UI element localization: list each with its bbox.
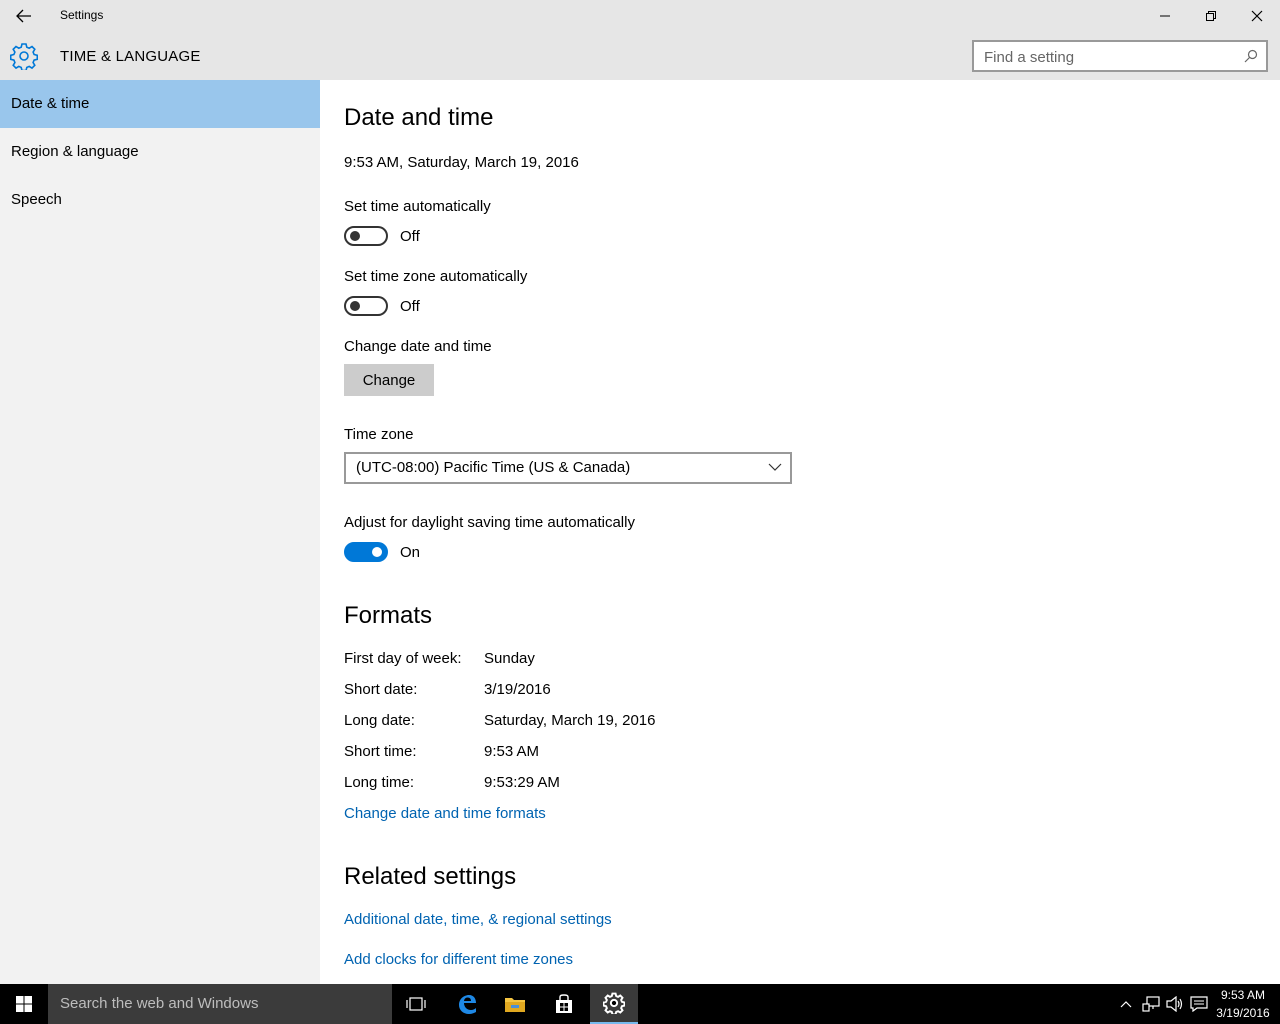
toggle-knob	[372, 547, 382, 557]
volume-button[interactable]	[1165, 994, 1185, 1014]
set-timezone-auto-label: Set time zone automatically	[344, 268, 528, 285]
format-value-short-time: 9:53 AM	[484, 743, 540, 760]
section-heading-related: Related settings	[344, 863, 517, 890]
dst-label: Adjust for daylight saving time automati…	[344, 514, 635, 531]
format-label-short-date: Short date:	[344, 681, 418, 698]
sidebar-item-speech[interactable]: Speech	[0, 176, 320, 224]
network-icon	[1142, 996, 1160, 1012]
task-view-icon	[406, 997, 426, 1011]
restore-icon	[1206, 11, 1216, 21]
format-label-short-time: Short time:	[344, 743, 417, 760]
change-button[interactable]: Change	[344, 364, 434, 396]
windows-logo-icon	[16, 996, 32, 1012]
timezone-dropdown[interactable]: (UTC-08:00) Pacific Time (US & Canada)	[344, 452, 792, 484]
gear-icon	[10, 43, 38, 70]
timezone-selected-value: (UTC-08:00) Pacific Time (US & Canada)	[356, 459, 631, 476]
network-button[interactable]	[1141, 994, 1161, 1014]
sidebar-item-region-language[interactable]: Region & language	[0, 128, 320, 176]
search-icon	[1244, 49, 1258, 63]
start-button[interactable]	[0, 984, 48, 1024]
toggle-knob	[350, 301, 360, 311]
current-datetime: 9:53 AM, Saturday, March 19, 2016	[344, 154, 579, 171]
edge-button[interactable]	[443, 984, 491, 1024]
volume-icon	[1166, 996, 1183, 1012]
set-time-auto-state: Off	[400, 228, 420, 245]
set-timezone-auto-state: Off	[400, 298, 420, 315]
minimize-button[interactable]	[1142, 0, 1188, 32]
timezone-label: Time zone	[344, 426, 414, 443]
store-icon	[556, 994, 572, 1013]
show-hidden-icons-button[interactable]	[1116, 994, 1136, 1014]
dst-state: On	[400, 544, 421, 561]
page-title: TIME & LANGUAGE	[60, 48, 201, 65]
restore-button[interactable]	[1188, 0, 1234, 32]
format-value-first-day: Sunday	[484, 650, 535, 667]
chevron-up-icon	[1120, 1001, 1132, 1008]
window-title: Settings	[60, 8, 104, 22]
search-input[interactable]	[984, 47, 1234, 67]
change-formats-link[interactable]: Change date and time formats	[344, 805, 546, 822]
format-label-first-day: First day of week:	[344, 650, 462, 667]
format-value-short-date: 3/19/2016	[484, 681, 551, 698]
format-value-long-date: Saturday, March 19, 2016	[484, 712, 656, 729]
store-button[interactable]	[540, 984, 588, 1024]
file-explorer-button[interactable]	[491, 984, 539, 1024]
section-heading-formats: Formats	[344, 602, 433, 629]
edge-icon	[459, 995, 476, 1014]
main-content: Date and time 9:53 AM, Saturday, March 1…	[320, 80, 1280, 984]
back-button[interactable]	[0, 0, 48, 32]
taskbar: Search the web and Windows 9:53 AM 3/19/…	[0, 984, 1280, 1024]
notifications-icon	[1190, 996, 1208, 1012]
toggle-knob	[350, 231, 360, 241]
dst-toggle[interactable]	[344, 542, 388, 562]
settings-taskbar-button[interactable]	[590, 984, 638, 1024]
section-heading-date-time: Date and time	[344, 104, 494, 131]
settings-header: TIME & LANGUAGE	[0, 32, 1280, 80]
sidebar: Date & time Region & language Speech	[0, 80, 320, 984]
set-timezone-auto-toggle[interactable]	[344, 296, 388, 316]
change-datetime-label: Change date and time	[344, 338, 492, 355]
find-setting-search[interactable]	[972, 40, 1268, 72]
settings-icon	[603, 992, 625, 1014]
back-arrow-icon	[16, 9, 31, 23]
close-icon	[1251, 10, 1263, 22]
action-center-button[interactable]	[1189, 994, 1209, 1014]
add-clocks-link[interactable]: Add clocks for different time zones	[344, 951, 573, 968]
additional-regional-settings-link[interactable]: Additional date, time, & regional settin…	[344, 911, 612, 928]
set-time-auto-label: Set time automatically	[344, 198, 491, 215]
taskbar-search-box[interactable]: Search the web and Windows	[48, 984, 392, 1024]
minimize-icon	[1160, 15, 1170, 17]
sidebar-item-date-time[interactable]: Date & time	[0, 80, 320, 128]
task-view-button[interactable]	[392, 984, 440, 1024]
format-label-long-date: Long date:	[344, 712, 415, 729]
format-value-long-time: 9:53:29 AM	[484, 774, 560, 791]
chevron-down-icon	[768, 463, 782, 471]
clock-date: 3/19/2016	[1216, 1006, 1270, 1020]
close-button[interactable]	[1234, 0, 1280, 32]
taskbar-clock[interactable]: 9:53 AM 3/19/2016	[1212, 986, 1274, 1022]
set-time-auto-toggle[interactable]	[344, 226, 388, 246]
clock-time: 9:53 AM	[1220, 988, 1266, 1002]
format-label-long-time: Long time:	[344, 774, 415, 791]
title-bar: Settings	[0, 0, 1280, 32]
file-explorer-icon	[505, 998, 525, 1012]
